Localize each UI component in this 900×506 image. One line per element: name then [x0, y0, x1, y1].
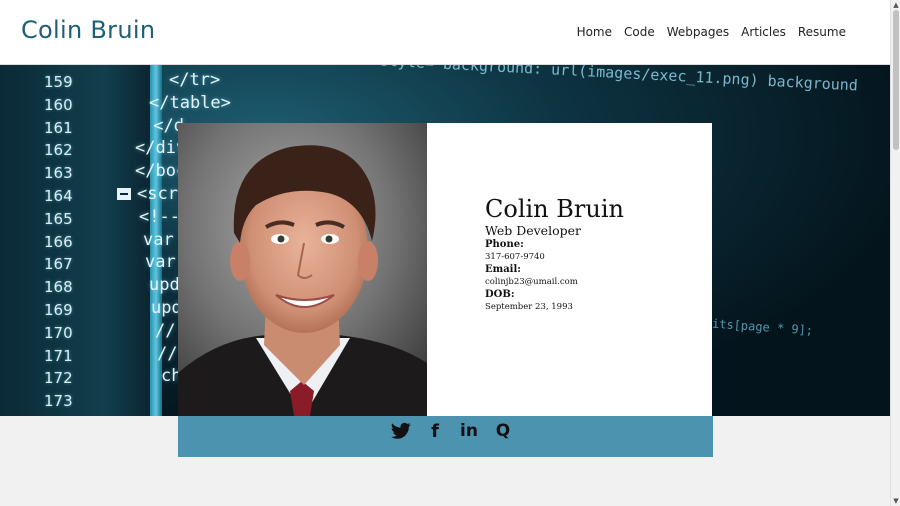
line-number: 165: [44, 209, 73, 228]
line-number: 172: [44, 369, 73, 388]
nav-articles[interactable]: Articles: [741, 25, 786, 39]
editor-gutter: [0, 65, 150, 416]
line-number: 164: [44, 186, 73, 205]
social-bar: f in Q: [178, 416, 713, 457]
site-brand[interactable]: Colin Bruin: [21, 16, 155, 44]
code-top-line: <td class="menuItem" style="background: …: [189, 65, 859, 95]
line-number: 171: [44, 346, 73, 365]
quora-glyph: Q: [495, 421, 511, 441]
linkedin-icon[interactable]: in: [458, 420, 480, 442]
line-number: 168: [44, 278, 73, 297]
profile-role: Web Developer: [485, 223, 581, 238]
code-line: </tr>: [169, 70, 221, 90]
line-number: 166: [44, 232, 73, 251]
social-icons: f in Q: [390, 420, 514, 442]
phone-value: 317-607-9740: [485, 252, 545, 262]
profile-card: Colin Bruin Web Developer Phone: 317-607…: [178, 123, 712, 416]
nav-resume[interactable]: Resume: [798, 25, 846, 39]
fold-icon[interactable]: [117, 187, 131, 200]
line-number: 169: [44, 300, 73, 319]
email-value[interactable]: colinjb23@umail.com: [485, 276, 624, 288]
nav-webpages[interactable]: Webpages: [667, 25, 729, 39]
dob-value: September 23, 1993: [485, 302, 573, 312]
line-number: 161: [44, 118, 73, 137]
line-number: 162: [44, 141, 73, 160]
line-number: 160: [44, 95, 73, 114]
scroll-up-icon[interactable]: ▲: [891, 0, 900, 10]
line-number: 167: [44, 255, 73, 274]
nav-home[interactable]: Home: [577, 25, 612, 39]
twitter-icon[interactable]: [390, 420, 412, 442]
quora-icon[interactable]: Q: [492, 420, 514, 442]
profile-info: Colin Bruin Web Developer Phone: 317-607…: [485, 195, 624, 313]
main-nav: Home Code Webpages Articles Resume: [565, 25, 846, 39]
code-line: </table>: [149, 92, 231, 113]
code-right-line: its[page * 9];: [711, 316, 814, 338]
nav-code[interactable]: Code: [624, 25, 655, 39]
page-scrollbar[interactable]: ▲ ▼: [890, 0, 900, 506]
email-label: Email:: [485, 264, 521, 275]
facebook-icon[interactable]: f: [424, 420, 446, 442]
site-header: Colin Bruin Home Code Webpages Articles …: [0, 0, 890, 65]
line-number: 163: [44, 164, 73, 183]
scrollbar-thumb[interactable]: [893, 10, 899, 150]
dob-label: DOB:: [485, 289, 515, 300]
phone-label: Phone:: [485, 239, 524, 250]
profile-photo: [178, 123, 427, 416]
line-number: 170: [44, 323, 73, 342]
line-number: 159: [44, 73, 73, 91]
scroll-down-icon[interactable]: ▼: [891, 496, 900, 506]
linkedin-glyph: in: [460, 421, 478, 441]
profile-name: Colin Bruin: [485, 195, 624, 223]
line-number: 173: [44, 392, 73, 411]
profile-portrait: [178, 123, 427, 416]
line-numbers: 159 160 161 162 163 164 165 166 167 168 …: [44, 71, 73, 413]
facebook-glyph: f: [431, 420, 439, 442]
